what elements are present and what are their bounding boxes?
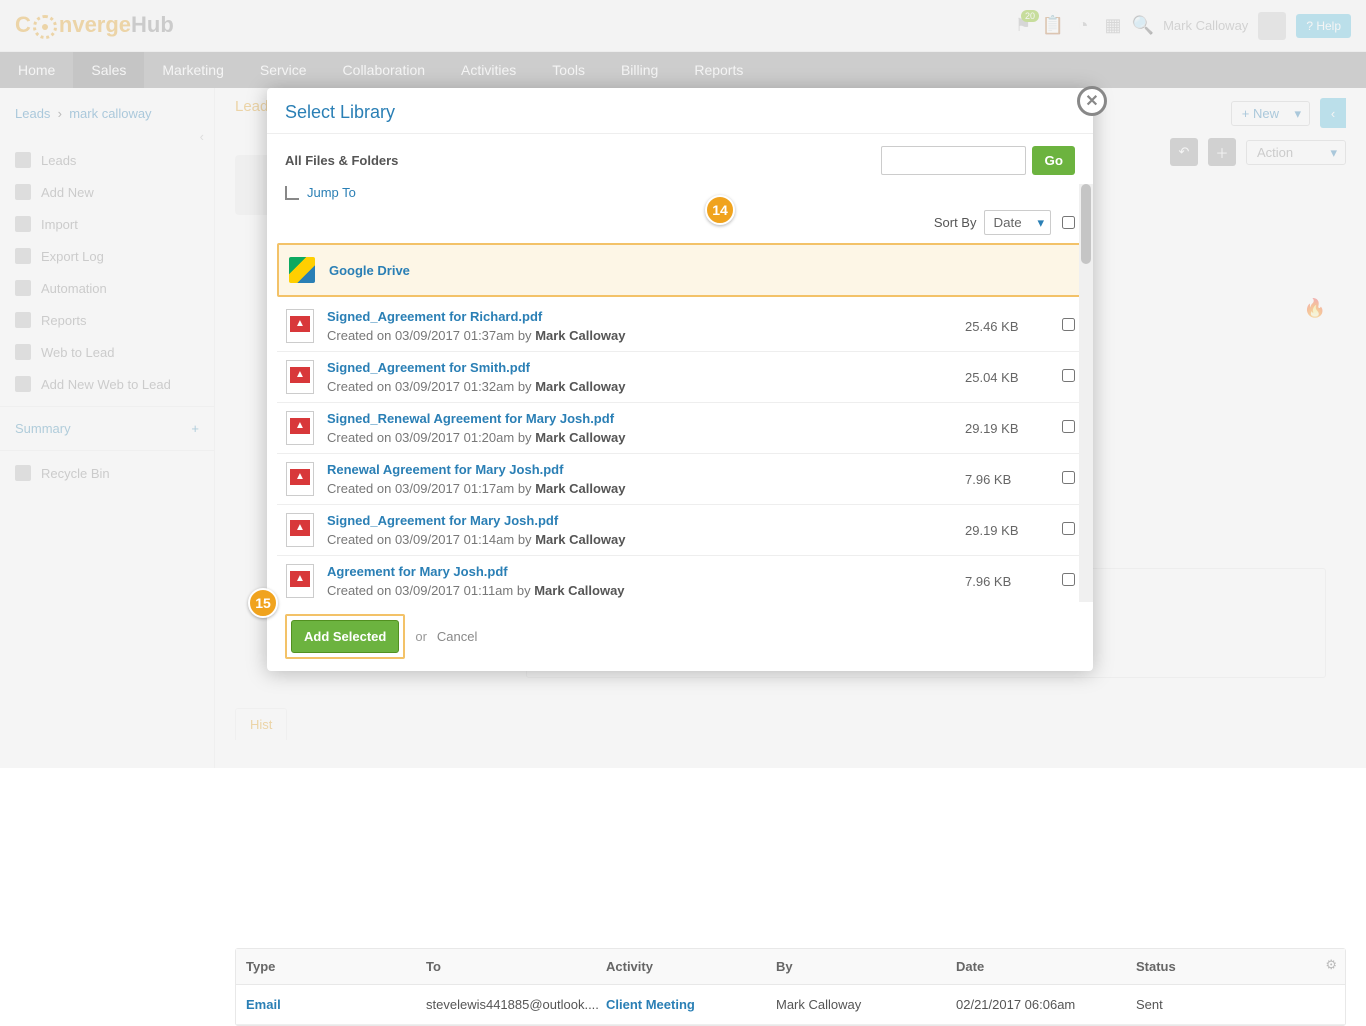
sort-row: Sort By Date ▾ <box>267 210 1093 243</box>
file-checkbox[interactable] <box>1062 471 1075 484</box>
jump-to-link[interactable]: Jump To <box>307 185 356 200</box>
select-library-modal: ✕ Select Library All Files & Folders Go … <box>267 88 1093 671</box>
cell-type[interactable]: Email <box>236 985 416 1024</box>
col-date[interactable]: Date <box>946 949 1126 984</box>
go-button[interactable]: Go <box>1032 146 1075 175</box>
file-name[interactable]: Signed_Agreement for Smith.pdf <box>327 360 965 375</box>
sort-label: Sort By <box>934 215 977 230</box>
jump-row: Jump To <box>267 181 1093 210</box>
file-size: 25.46 KB <box>965 319 1045 334</box>
file-size: 25.04 KB <box>965 370 1045 385</box>
folder-name: Google Drive <box>329 263 1073 278</box>
file-list[interactable]: Google Drive Signed_Agreement for Richar… <box>267 243 1093 602</box>
modal-breadcrumb[interactable]: All Files & Folders <box>285 153 398 168</box>
scrollbar-thumb[interactable] <box>1081 184 1091 264</box>
file-row[interactable]: Signed_Agreement for Mary Josh.pdf Creat… <box>277 505 1083 556</box>
activity-row[interactable]: Email stevelewis441885@outlook.... Clien… <box>236 985 1345 1025</box>
or-text: or <box>415 629 427 644</box>
col-by[interactable]: By <box>766 949 946 984</box>
pdf-icon <box>286 564 314 598</box>
add-selected-button[interactable]: Add Selected <box>291 620 399 653</box>
file-size: 29.19 KB <box>965 421 1045 436</box>
file-meta: Created on 03/09/2017 01:11am by Mark Ca… <box>327 583 965 598</box>
pdf-icon <box>286 462 314 496</box>
file-meta: Created on 03/09/2017 01:17am by Mark Ca… <box>327 481 965 496</box>
file-checkbox[interactable] <box>1062 369 1075 382</box>
sort-select[interactable]: Date <box>984 210 1051 235</box>
pdf-icon <box>286 513 314 547</box>
annotation-14: 14 <box>705 195 735 225</box>
cell-date: 02/21/2017 06:06am <box>946 985 1126 1024</box>
pdf-icon <box>286 360 314 394</box>
annotation-15: 15 <box>248 588 278 618</box>
cell-to: stevelewis441885@outlook.... <box>416 985 596 1024</box>
table-gear-icon[interactable]: ⚙ <box>1325 957 1337 973</box>
google-drive-icon <box>289 257 315 283</box>
file-row[interactable]: Agreement for Mary Josh.pdf Created on 0… <box>277 556 1083 602</box>
file-row[interactable]: Signed_Renewal Agreement for Mary Josh.p… <box>277 403 1083 454</box>
file-checkbox[interactable] <box>1062 318 1075 331</box>
file-meta: Created on 03/09/2017 01:37am by Mark Ca… <box>327 328 965 343</box>
file-name[interactable]: Signed_Agreement for Richard.pdf <box>327 309 965 324</box>
file-name[interactable]: Signed_Agreement for Mary Josh.pdf <box>327 513 965 528</box>
add-selected-highlight: Add Selected <box>285 614 405 659</box>
file-meta: Created on 03/09/2017 01:32am by Mark Ca… <box>327 379 965 394</box>
cell-activity[interactable]: Client Meeting <box>596 985 766 1024</box>
folder-google-drive[interactable]: Google Drive <box>277 243 1083 297</box>
file-row[interactable]: Signed_Agreement for Smith.pdf Created o… <box>277 352 1083 403</box>
col-status[interactable]: Status <box>1126 949 1345 984</box>
file-name[interactable]: Renewal Agreement for Mary Josh.pdf <box>327 462 965 477</box>
select-all-checkbox[interactable] <box>1062 216 1075 229</box>
activity-header: Type To Activity By Date Status ⚙ <box>236 949 1345 985</box>
modal-search: Go <box>881 146 1075 175</box>
file-size: 7.96 KB <box>965 472 1045 487</box>
modal-scrollbar[interactable] <box>1079 184 1093 602</box>
search-input[interactable] <box>881 146 1026 175</box>
file-meta: Created on 03/09/2017 01:20am by Mark Ca… <box>327 430 965 445</box>
file-size: 29.19 KB <box>965 523 1045 538</box>
file-checkbox[interactable] <box>1062 522 1075 535</box>
file-checkbox[interactable] <box>1062 420 1075 433</box>
pdf-icon <box>286 309 314 343</box>
modal-footer: Add Selected or Cancel <box>267 602 1093 671</box>
file-name[interactable]: Agreement for Mary Josh.pdf <box>327 564 965 579</box>
file-name[interactable]: Signed_Renewal Agreement for Mary Josh.p… <box>327 411 965 426</box>
col-to[interactable]: To <box>416 949 596 984</box>
cancel-link[interactable]: Cancel <box>437 629 477 644</box>
file-row[interactable]: Signed_Agreement for Richard.pdf Created… <box>277 301 1083 352</box>
cell-by: Mark Calloway <box>766 985 946 1024</box>
file-checkbox[interactable] <box>1062 573 1075 586</box>
modal-title: Select Library <box>285 102 1075 123</box>
modal-close-button[interactable]: ✕ <box>1077 86 1107 116</box>
tree-icon <box>285 186 299 200</box>
pdf-icon <box>286 411 314 445</box>
file-size: 7.96 KB <box>965 574 1045 589</box>
file-meta: Created on 03/09/2017 01:14am by Mark Ca… <box>327 532 965 547</box>
file-row[interactable]: Renewal Agreement for Mary Josh.pdf Crea… <box>277 454 1083 505</box>
col-activity[interactable]: Activity <box>596 949 766 984</box>
col-type[interactable]: Type <box>236 949 416 984</box>
modal-toolbar: All Files & Folders Go <box>267 134 1093 181</box>
modal-header: Select Library <box>267 88 1093 134</box>
cell-status: Sent <box>1126 985 1345 1024</box>
